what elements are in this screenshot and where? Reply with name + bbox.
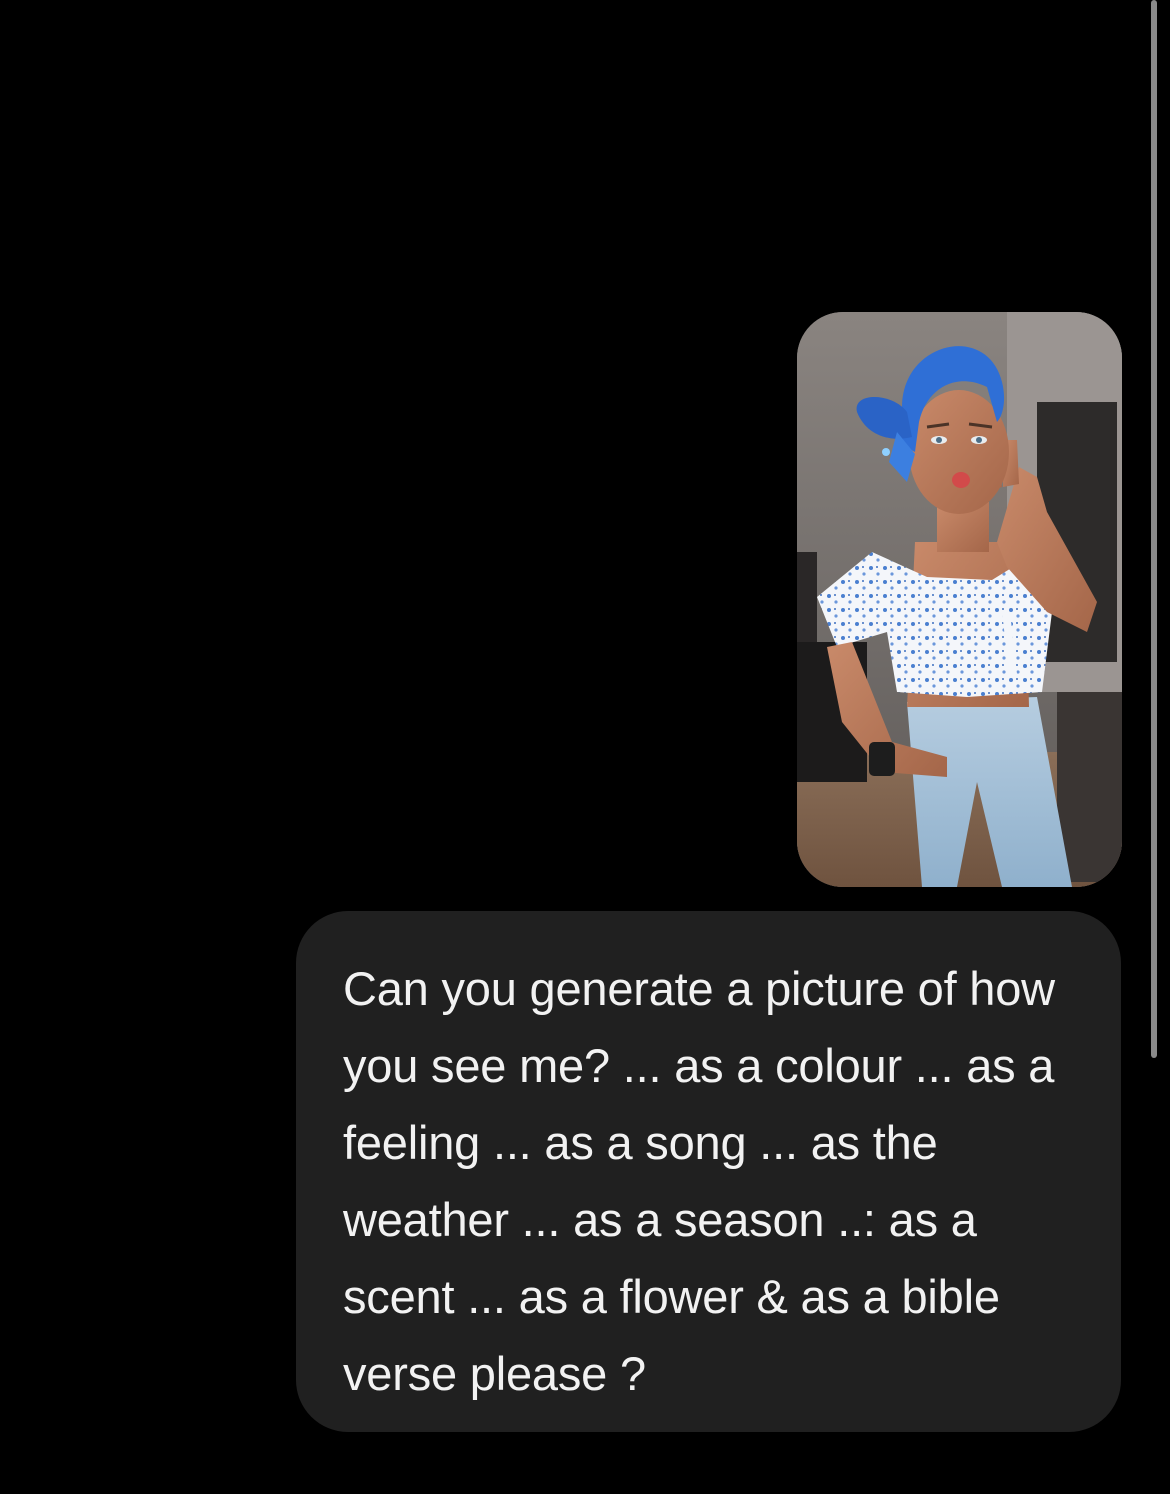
selfie-photo: [797, 312, 1122, 887]
chat-transcript[interactable]: Can you generate a picture of how you se…: [0, 0, 1170, 1494]
outgoing-message-bubble[interactable]: Can you generate a picture of how you se…: [296, 911, 1121, 1432]
scrollbar-thumb[interactable]: [1151, 0, 1157, 1058]
message-text: Can you generate a picture of how you se…: [343, 962, 1055, 1400]
photo-attachment[interactable]: [797, 312, 1122, 887]
